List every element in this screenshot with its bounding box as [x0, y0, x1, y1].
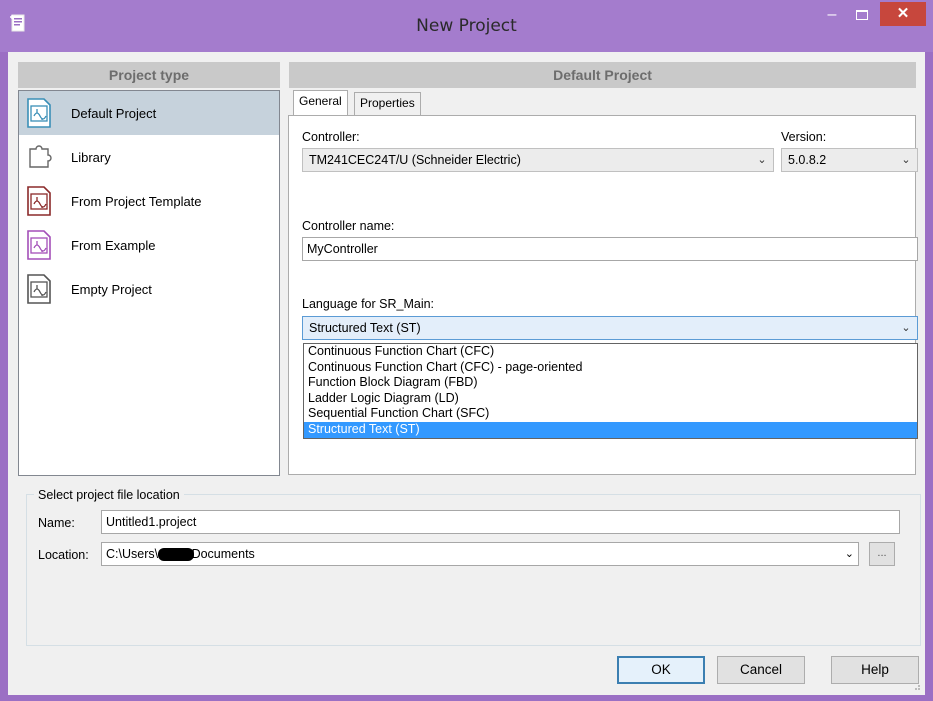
- maximize-button[interactable]: [848, 4, 876, 26]
- project-type-label: Empty Project: [71, 282, 152, 297]
- new-project-window: New Project – ✕ Project type Default Pro…: [0, 0, 933, 701]
- help-button[interactable]: Help: [831, 656, 919, 684]
- project-type-item[interactable]: From Example: [19, 223, 279, 267]
- version-value: 5.0.8.2: [788, 153, 827, 167]
- maximize-icon: [856, 10, 868, 20]
- language-dropdown-list[interactable]: Continuous Function Chart (CFC) Continuou…: [303, 343, 918, 439]
- location-group-caption: Select project file location: [34, 488, 184, 502]
- default-project-header: Default Project: [289, 62, 916, 88]
- controller-label: Controller:: [302, 130, 360, 144]
- project-type-label: Library: [71, 150, 111, 165]
- project-type-label: Default Project: [71, 106, 157, 121]
- version-label: Version:: [781, 130, 827, 144]
- language-option[interactable]: Structured Text (ST): [304, 422, 917, 438]
- project-type-item[interactable]: Default Project: [19, 91, 279, 135]
- window-title: New Project: [416, 16, 517, 36]
- language-option[interactable]: Function Block Diagram (FBD): [304, 375, 917, 391]
- dialog-client: Project type Default Project Library From …: [8, 52, 925, 695]
- language-option[interactable]: Continuous Function Chart (CFC) - page-o…: [304, 360, 917, 376]
- ok-button[interactable]: OK: [617, 656, 705, 684]
- cfc-purple-icon: [27, 230, 51, 260]
- version-select[interactable]: 5.0.8.2 ⌄: [781, 148, 918, 172]
- controller-name-input[interactable]: MyController: [302, 237, 918, 261]
- cfc-gray-icon: [27, 274, 51, 304]
- chevron-down-icon: ⌄: [757, 154, 767, 166]
- location-prefix: C:\Users\: [106, 547, 159, 561]
- project-type-item[interactable]: From Project Template: [19, 179, 279, 223]
- name-label: Name:: [38, 516, 75, 530]
- location-input[interactable]: C:\Users\ \Documents ⌄: [101, 542, 859, 566]
- cancel-button[interactable]: Cancel: [717, 656, 805, 684]
- language-option[interactable]: Sequential Function Chart (SFC): [304, 406, 917, 422]
- puzzle-icon: [29, 145, 52, 168]
- project-type-item[interactable]: Empty Project: [19, 267, 279, 311]
- tab-general[interactable]: General: [293, 90, 348, 115]
- location-label: Location:: [38, 548, 89, 562]
- project-type-label: From Project Template: [71, 194, 202, 209]
- resize-grip-icon[interactable]: [913, 683, 921, 691]
- language-option[interactable]: Ladder Logic Diagram (LD): [304, 391, 917, 407]
- project-name-input[interactable]: Untitled1.project: [101, 510, 900, 534]
- language-value: Structured Text (ST): [309, 321, 421, 335]
- language-select[interactable]: Structured Text (ST) ⌄: [302, 316, 918, 340]
- project-type-item[interactable]: Library: [19, 135, 279, 179]
- chevron-down-icon: ⌄: [844, 548, 854, 560]
- minimize-button[interactable]: –: [818, 4, 846, 26]
- controller-value: TM241CEC24T/U (Schneider Electric): [309, 153, 521, 167]
- project-type-header: Project type: [18, 62, 280, 88]
- chevron-down-icon: ⌄: [901, 322, 911, 334]
- title-bar[interactable]: New Project – ✕: [0, 0, 933, 52]
- browse-button[interactable]: ...: [869, 542, 895, 566]
- controller-name-label: Controller name:: [302, 219, 395, 233]
- controller-select[interactable]: TM241CEC24T/U (Schneider Electric) ⌄: [302, 148, 774, 172]
- project-type-list[interactable]: Default Project Library From Project Templ…: [18, 90, 280, 476]
- tab-properties[interactable]: Properties: [354, 92, 421, 115]
- cfc-blue-icon: [27, 98, 51, 128]
- redaction-mark: [158, 548, 194, 561]
- cfc-darkred-icon: [27, 186, 51, 216]
- chevron-down-icon: ⌄: [901, 154, 911, 166]
- language-label: Language for SR_Main:: [302, 297, 435, 311]
- language-option[interactable]: Continuous Function Chart (CFC): [304, 344, 917, 360]
- project-type-label: From Example: [71, 238, 156, 253]
- close-button[interactable]: ✕: [880, 2, 926, 26]
- location-suffix: \Documents: [188, 547, 255, 561]
